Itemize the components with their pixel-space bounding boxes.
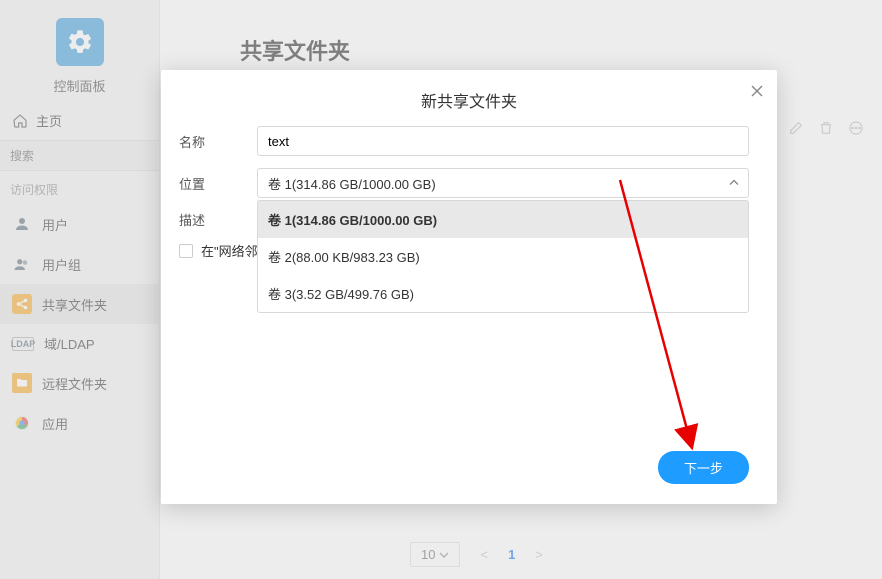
location-option[interactable]: 卷 2(88.00 KB/983.23 GB) xyxy=(258,238,748,275)
location-option[interactable]: 卷 1(314.86 GB/1000.00 GB) xyxy=(258,201,748,238)
new-shared-folder-modal: 新共享文件夹 名称 位置 卷 1(314.86 GB/1000.00 GB) 卷… xyxy=(161,70,777,504)
location-select[interactable]: 卷 1(314.86 GB/1000.00 GB) xyxy=(257,168,749,198)
location-selected-value: 卷 1(314.86 GB/1000.00 GB) xyxy=(268,174,436,193)
location-dropdown: 卷 1(314.86 GB/1000.00 GB) 卷 2(88.00 KB/9… xyxy=(257,200,749,313)
close-icon[interactable] xyxy=(751,84,763,100)
modal-title: 新共享文件夹 xyxy=(161,70,777,126)
label-desc: 描述 xyxy=(177,210,257,229)
label-name: 名称 xyxy=(177,132,257,151)
location-option[interactable]: 卷 3(3.52 GB/499.76 GB) xyxy=(258,275,748,312)
label-location: 位置 xyxy=(177,174,257,193)
hide-checkbox[interactable] xyxy=(179,244,193,258)
next-button[interactable]: 下一步 xyxy=(658,451,749,484)
name-input[interactable] xyxy=(257,126,749,156)
